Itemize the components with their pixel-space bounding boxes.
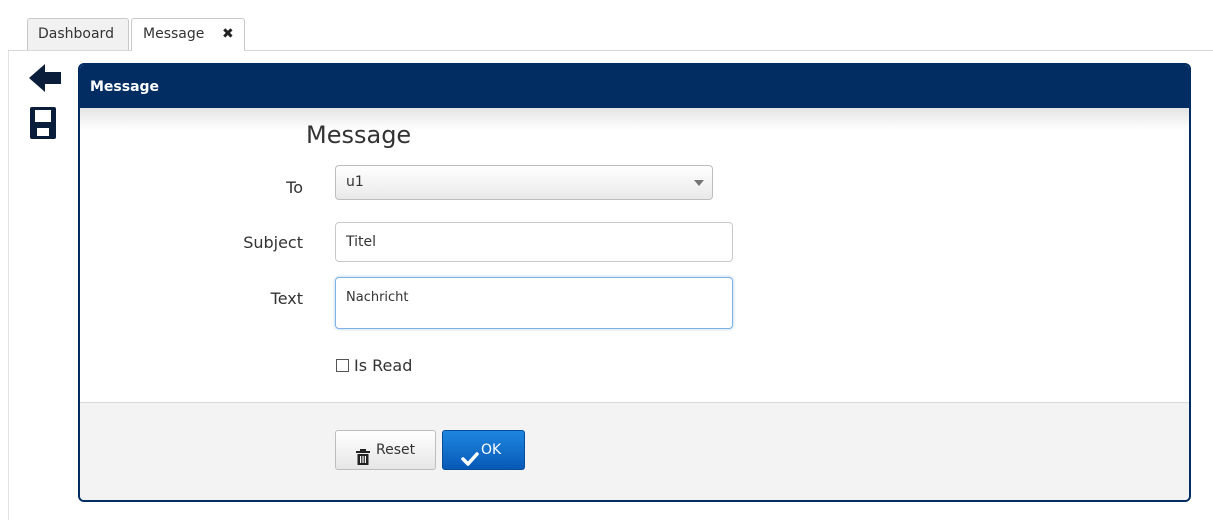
close-icon[interactable]: ✖ (222, 19, 234, 50)
tab-message[interactable]: Message ✖ (131, 18, 245, 51)
form-footer: Reset OK (80, 402, 1189, 500)
panel-header-shade (80, 108, 1189, 130)
tab-message-label: Message (143, 26, 205, 42)
text-label: Text (270, 289, 303, 308)
panel-header: Message (80, 65, 1189, 108)
back-arrow-icon[interactable] (27, 62, 63, 94)
tab-dashboard[interactable]: Dashboard (27, 18, 129, 50)
save-icon[interactable] (27, 106, 63, 139)
ok-button[interactable]: OK (442, 430, 525, 470)
form-title: Message (306, 121, 412, 149)
tab-bar: Dashboard Message ✖ (8, 8, 1213, 51)
to-label: To (286, 178, 303, 197)
message-panel: Message Message To u1 Subject Titel Text… (78, 63, 1191, 502)
tab-dashboard-label: Dashboard (38, 26, 114, 42)
reset-button-label: Reset (376, 442, 416, 458)
trash-icon (356, 442, 370, 480)
page-left-border (8, 8, 9, 520)
to-select-value: u1 (346, 174, 364, 190)
text-textarea[interactable]: Nachricht (335, 277, 733, 329)
checkmark-icon (461, 443, 479, 481)
to-select[interactable]: u1 (335, 165, 713, 200)
is-read-label: Is Read (354, 356, 413, 375)
is-read-checkbox[interactable] (336, 359, 349, 372)
reset-button[interactable]: Reset (335, 430, 436, 470)
subject-label: Subject (243, 233, 303, 252)
subject-input[interactable]: Titel (335, 222, 733, 262)
chevron-down-icon (694, 180, 704, 186)
ok-button-label: OK (481, 442, 502, 458)
